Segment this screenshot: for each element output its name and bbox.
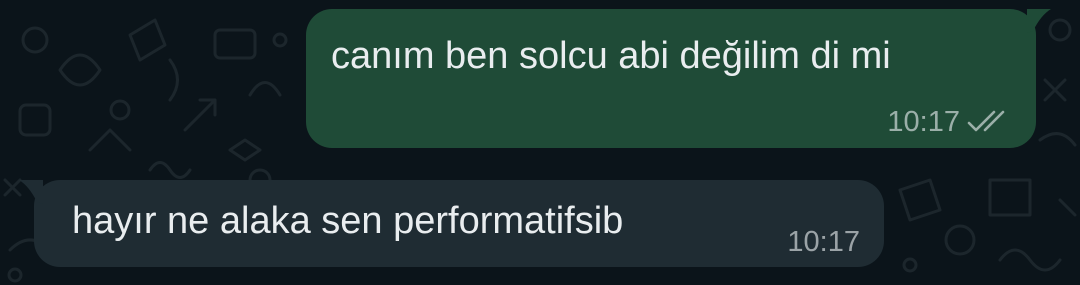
outgoing-message-time: 10:17 [887, 106, 960, 138]
double-check-icon [967, 110, 1005, 132]
incoming-message-text: hayır ne alaka sen performatifsib [72, 200, 624, 242]
bubble-tail [1027, 9, 1051, 33]
outgoing-message-text: canım ben solcu abi değilim di mi [331, 35, 891, 77]
incoming-message-bubble[interactable]: hayır ne alaka sen performatifsib 10:17 [19, 180, 884, 267]
incoming-message-time: 10:17 [787, 226, 860, 258]
outgoing-message-bubble[interactable]: canım ben solcu abi değilim di mi 10:17 [306, 9, 1051, 148]
bubble-tail [19, 180, 43, 204]
